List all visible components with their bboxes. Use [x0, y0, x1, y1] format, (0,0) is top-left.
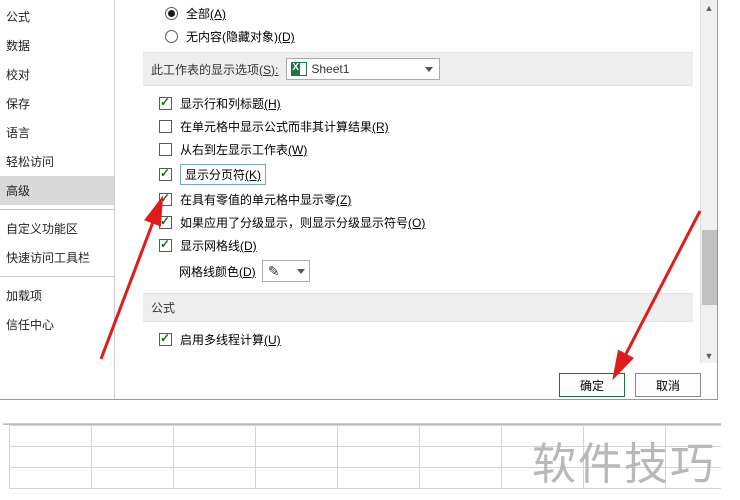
sidebar-item-accessibility[interactable]: 轻松访问: [0, 147, 114, 176]
check-rtl-sheet[interactable]: 从右到左显示工作表(W): [115, 138, 699, 161]
sidebar-label: 快速访问工具栏: [6, 251, 90, 265]
checkbox-icon: [159, 333, 172, 346]
sidebar-separator: [0, 276, 114, 277]
sidebar: 公式 数据 校对 保存 语言 轻松访问 高级 自定义功能区 快速访问工具栏 加载…: [0, 0, 115, 399]
sidebar-item-formulas[interactable]: 公式: [0, 2, 114, 31]
checkbox-icon: [159, 239, 172, 252]
radio-label: 无内容(隐藏对象)(D): [186, 28, 295, 45]
cancel-button[interactable]: 取消: [635, 373, 701, 397]
sidebar-label: 加载项: [6, 289, 42, 303]
gridline-color-row: 网格线颜色(D) ✎: [115, 257, 699, 285]
check-label: 如果应用了分级显示，则显示分级显示符号(O): [180, 214, 425, 231]
sidebar-item-customize-ribbon[interactable]: 自定义功能区: [0, 214, 114, 243]
section-title: 公式: [151, 299, 175, 316]
check-multithread[interactable]: 启用多线程计算(U): [115, 328, 699, 351]
check-show-formulas[interactable]: 在单元格中显示公式而非其计算结果(R): [115, 115, 699, 138]
sidebar-label: 自定义功能区: [6, 222, 78, 236]
radio-icon: [165, 7, 178, 20]
checkbox-icon: [159, 143, 172, 156]
check-label-highlighted: 显示分页符(K): [180, 164, 266, 185]
sidebar-item-proofing[interactable]: 校对: [0, 60, 114, 89]
sidebar-separator: [0, 209, 114, 210]
check-row-col-headers[interactable]: 显示行和列标题(H): [115, 92, 699, 115]
scroll-up-arrow-icon[interactable]: ▲: [702, 0, 717, 15]
radio-all[interactable]: 全部(A): [115, 2, 699, 25]
sidebar-label: 公式: [6, 10, 30, 24]
check-label: 从右到左显示工作表(W): [180, 141, 307, 158]
chevron-down-icon: [425, 67, 433, 72]
options-content: 全部(A) 无内容(隐藏对象)(D) 此工作表的显示选项(S): Sheet1 …: [115, 2, 717, 393]
checkbox-icon: [159, 216, 172, 229]
sidebar-label: 信任中心: [6, 318, 54, 332]
check-show-gridlines[interactable]: 显示网格线(D): [115, 234, 699, 257]
sheet-select[interactable]: Sheet1: [286, 58, 440, 80]
section-sheet-display: 此工作表的显示选项(S): Sheet1: [143, 52, 693, 86]
sidebar-label: 语言: [6, 126, 30, 140]
gridline-color-label: 网格线颜色(D): [179, 263, 256, 280]
main-panel: 全部(A) 无内容(隐藏对象)(D) 此工作表的显示选项(S): Sheet1 …: [115, 0, 717, 399]
gridline-color-picker[interactable]: ✎: [262, 260, 310, 282]
check-page-breaks[interactable]: 显示分页符(K): [115, 161, 699, 188]
checkbox-icon: [159, 120, 172, 133]
sidebar-label: 数据: [6, 39, 30, 53]
check-label: 在单元格中显示公式而非其计算结果(R): [180, 118, 389, 135]
dialog-button-bar: 确定 取消: [547, 367, 713, 391]
sidebar-label: 高级: [6, 184, 30, 198]
worksheet-grid-background: [3, 416, 721, 498]
check-label: 启用多线程计算(U): [180, 331, 281, 348]
check-label: 在具有零值的单元格中显示零(Z): [180, 191, 351, 208]
sidebar-item-language[interactable]: 语言: [0, 118, 114, 147]
paint-bucket-icon: ✎: [263, 263, 285, 280]
scroll-thumb[interactable]: [702, 230, 717, 305]
sidebar-item-qat[interactable]: 快速访问工具栏: [0, 243, 114, 272]
radio-label: 全部(A): [186, 5, 226, 22]
check-outline-symbols[interactable]: 如果应用了分级显示，则显示分级显示符号(O): [115, 211, 699, 234]
radio-icon: [165, 30, 178, 43]
options-dialog: 公式 数据 校对 保存 语言 轻松访问 高级 自定义功能区 快速访问工具栏 加载…: [0, 0, 718, 400]
check-label: 显示行和列标题(H): [180, 95, 281, 112]
ok-button[interactable]: 确定: [559, 373, 625, 397]
check-show-zero[interactable]: 在具有零值的单元格中显示零(Z): [115, 188, 699, 211]
sidebar-label: 轻松访问: [6, 155, 54, 169]
sidebar-item-data[interactable]: 数据: [0, 31, 114, 60]
checkbox-icon: [159, 193, 172, 206]
scroll-down-arrow-icon[interactable]: ▼: [702, 348, 717, 363]
radio-nothing[interactable]: 无内容(隐藏对象)(D): [115, 25, 699, 48]
sidebar-item-trust-center[interactable]: 信任中心: [0, 310, 114, 339]
sidebar-item-advanced[interactable]: 高级: [0, 176, 114, 205]
sidebar-item-save[interactable]: 保存: [0, 89, 114, 118]
excel-sheet-icon: [291, 62, 307, 76]
sidebar-label: 校对: [6, 68, 30, 82]
section-title: 此工作表的显示选项(S):: [151, 61, 278, 78]
vertical-scrollbar[interactable]: ▲ ▼: [700, 0, 717, 363]
sidebar-item-addins[interactable]: 加载项: [0, 281, 114, 310]
check-label: 显示网格线(D): [180, 237, 257, 254]
sidebar-label: 保存: [6, 97, 30, 111]
chevron-down-icon: [297, 269, 305, 274]
sheet-select-value: Sheet1: [311, 62, 349, 76]
checkbox-icon: [159, 168, 172, 181]
checkbox-icon: [159, 97, 172, 110]
section-formula: 公式: [143, 293, 693, 322]
